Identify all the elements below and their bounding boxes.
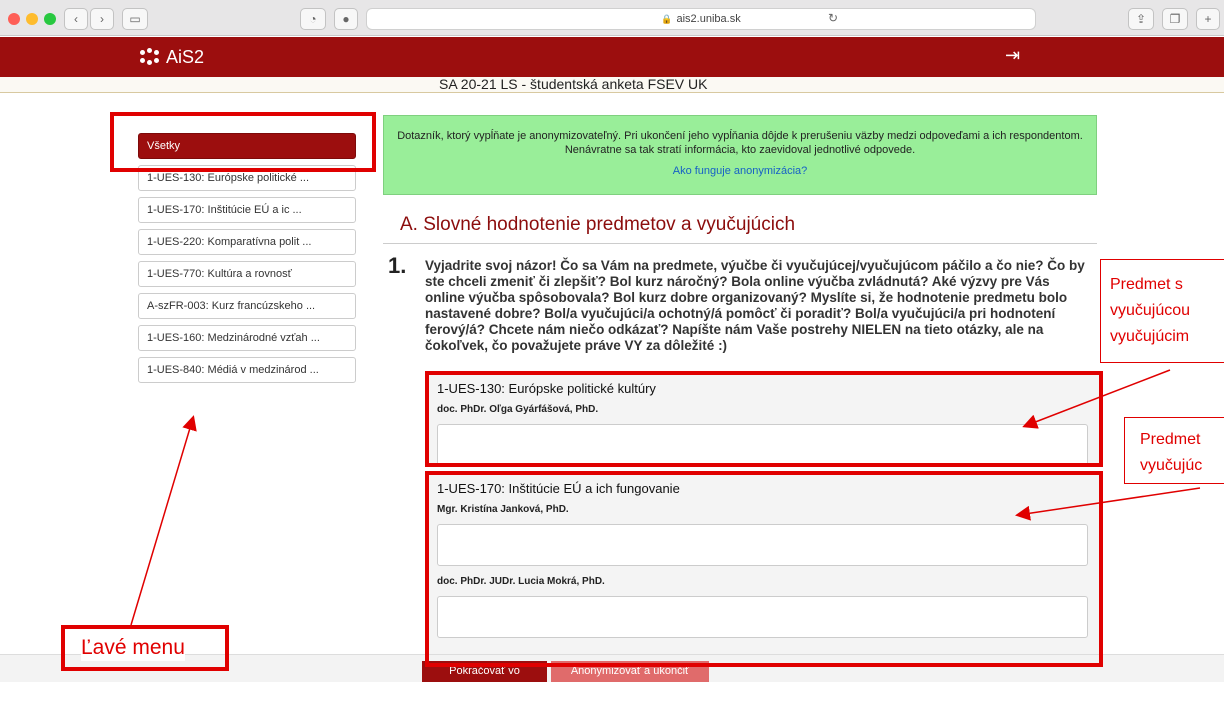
minimize-window-button[interactable]	[26, 13, 38, 25]
sidebar-item-course[interactable]: 1-UES-160: Medzinárodné vzťah ...	[138, 325, 356, 351]
privacy-icon[interactable]: ◔	[300, 8, 326, 30]
annotation-callout-2-line2: vyučujúc	[1140, 453, 1203, 479]
survey-title: SA 20-21 LS - študentská anketa FSEV UK	[439, 76, 708, 92]
app-logo[interactable]: AiS2	[140, 47, 204, 68]
share-icon[interactable]: ⇪	[1128, 8, 1154, 30]
question-number: 1.	[388, 253, 407, 278]
question-text: Vyjadrite svoj názor! Čo sa Vám na predm…	[425, 258, 1085, 353]
annotation-box-course1	[425, 371, 1103, 467]
sidebar-item-course[interactable]: 1-UES-770: Kultúra a rovnosť	[138, 261, 356, 287]
annotation-callout-1-line1: Predmet s	[1110, 272, 1183, 298]
anonymization-link[interactable]: Ako funguje anonymizácia?	[394, 164, 1086, 178]
section-heading: A. Slovné hodnotenie predmetov a vyučujú…	[400, 214, 796, 235]
app-name: AiS2	[166, 47, 205, 67]
annotation-box-course2	[425, 471, 1103, 667]
new-tab-icon[interactable]: +	[1196, 8, 1220, 30]
notice-text: Dotazník, ktorý vypĺňate je anonymizovat…	[397, 130, 1083, 156]
reload-icon[interactable]: ↻	[828, 11, 838, 25]
sidebar-item-course[interactable]: 1-UES-840: Médiá v medzinárod ...	[138, 357, 356, 383]
extension-icon[interactable]: ●	[334, 8, 358, 30]
lock-icon: 🔒	[661, 13, 673, 24]
anonymization-notice: Dotazník, ktorý vypĺňate je anonymizovat…	[383, 115, 1097, 195]
sidebar-item-course[interactable]: 1-UES-170: Inštitúcie EÚ a ic ...	[138, 197, 356, 223]
app-header: AiS2 ⇥	[0, 37, 1224, 77]
annotation-callout-1-line2: vyučujúcou	[1110, 298, 1191, 324]
sidebar-toggle-icon[interactable]: ▭	[122, 8, 148, 30]
close-window-button[interactable]	[8, 13, 20, 25]
url-text: ais2.uniba.sk	[676, 13, 741, 25]
sidebar-item-course[interactable]: A-szFR-003: Kurz francúzskeho ...	[138, 293, 356, 319]
divider	[383, 243, 1097, 244]
annotation-callout-1-line3: vyučujúcim	[1110, 324, 1190, 350]
address-bar[interactable]: 🔒 ais2.uniba.sk	[366, 8, 1036, 30]
maximize-window-button[interactable]	[44, 13, 56, 25]
back-icon[interactable]: ‹	[64, 8, 88, 30]
ais-logo-icon	[140, 47, 160, 68]
tabs-icon[interactable]: ❐	[1162, 8, 1188, 30]
browser-toolbar: ‹ › ▭ ◔ ● 🔒 ais2.uniba.sk ↻ ⇪ ❐ +	[0, 0, 1224, 36]
sidebar-item-course[interactable]: 1-UES-220: Komparatívna polit ...	[138, 229, 356, 255]
annotation-box-all	[110, 112, 376, 172]
annotation-callout-2-line1: Predmet	[1140, 427, 1201, 453]
logout-icon[interactable]: ⇥	[1005, 45, 1020, 66]
forward-icon[interactable]: ›	[90, 8, 114, 30]
annotation-left-menu-label: Ľavé menu	[81, 635, 185, 661]
arrow-to-sidebar	[130, 415, 197, 626]
